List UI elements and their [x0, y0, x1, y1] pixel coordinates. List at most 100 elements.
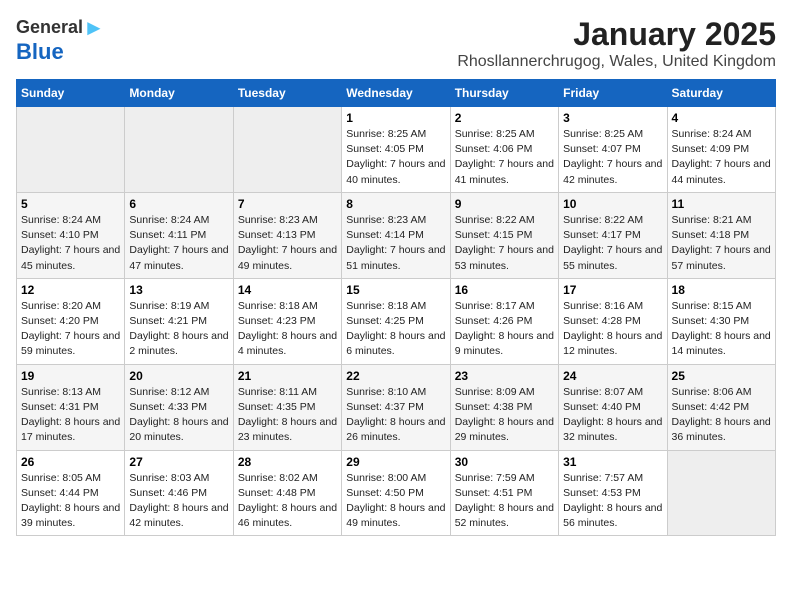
day-info: Sunrise: 7:57 AM Sunset: 4:53 PM Dayligh… [563, 471, 662, 532]
calendar-cell: 25 Sunrise: 8:06 AM Sunset: 4:42 PM Dayli… [667, 364, 775, 450]
calendar-cell: 30Sunrise: 7:59 AM Sunset: 4:51 PM Dayli… [450, 450, 558, 536]
logo-text: General► [16, 16, 105, 40]
day-info: Sunrise: 8:22 AM Sunset: 4:17 PM Dayligh… [563, 213, 662, 274]
day-info: Sunrise: 8:21 AM Sunset: 4:18 PM Dayligh… [672, 213, 771, 274]
calendar-cell: 26Sunrise: 8:05 AM Sunset: 4:44 PM Dayli… [17, 450, 125, 536]
calendar-cell: 3Sunrise: 8:25 AM Sunset: 4:07 PM Daylig… [559, 107, 667, 193]
calendar-week-row: 26Sunrise: 8:05 AM Sunset: 4:44 PM Dayli… [17, 450, 776, 536]
calendar-cell: 22Sunrise: 8:10 AM Sunset: 4:37 PM Dayli… [342, 364, 450, 450]
calendar-cell: 13 Sunrise: 8:19 AM Sunset: 4:21 PM Dayli… [125, 278, 233, 364]
calendar-header-sunday: Sunday [17, 80, 125, 107]
day-number: 16 [455, 283, 554, 297]
calendar-cell [667, 450, 775, 536]
day-number: 13 [129, 283, 228, 297]
day-number: 14 [238, 283, 337, 297]
day-info: Sunrise: 8:24 AM Sunset: 4:11 PM Dayligh… [129, 213, 228, 274]
day-info: Sunrise: 8:12 AM Sunset: 4:33 PM Dayligh… [129, 385, 228, 446]
month-title: January 2025 [457, 16, 776, 53]
day-number: 17 [563, 283, 662, 297]
calendar-cell: 24Sunrise: 8:07 AM Sunset: 4:40 PM Dayli… [559, 364, 667, 450]
day-info: Sunrise: 8:22 AM Sunset: 4:15 PM Dayligh… [455, 213, 554, 274]
calendar-cell: 23Sunrise: 8:09 AM Sunset: 4:38 PM Dayli… [450, 364, 558, 450]
calendar-cell: 6Sunrise: 8:24 AM Sunset: 4:11 PM Daylig… [125, 192, 233, 278]
title-area: January 2025 Rhosllannerchrugog, Wales, … [457, 16, 776, 71]
calendar-cell: 20Sunrise: 8:12 AM Sunset: 4:33 PM Dayli… [125, 364, 233, 450]
day-number: 27 [129, 455, 228, 469]
calendar-table: SundayMondayTuesdayWednesdayThursdayFrid… [16, 79, 776, 536]
calendar-header-row: SundayMondayTuesdayWednesdayThursdayFrid… [17, 80, 776, 107]
day-number: 21 [238, 369, 337, 383]
day-number: 29 [346, 455, 445, 469]
calendar-cell: 8 Sunrise: 8:23 AM Sunset: 4:14 PM Daylig… [342, 192, 450, 278]
logo: General► Blue [16, 16, 105, 64]
day-number: 23 [455, 369, 554, 383]
calendar-week-row: 19Sunrise: 8:13 AM Sunset: 4:31 PM Dayli… [17, 364, 776, 450]
calendar-cell: 19Sunrise: 8:13 AM Sunset: 4:31 PM Dayli… [17, 364, 125, 450]
day-info: Sunrise: 8:25 AM Sunset: 4:05 PM Dayligh… [346, 127, 445, 188]
calendar-cell: 1 Sunrise: 8:25 AM Sunset: 4:05 PM Daylig… [342, 107, 450, 193]
calendar-cell: 7 Sunrise: 8:23 AM Sunset: 4:13 PM Daylig… [233, 192, 341, 278]
calendar-cell: 17 Sunrise: 8:16 AM Sunset: 4:28 PM Dayli… [559, 278, 667, 364]
day-info: Sunrise: 8:24 AM Sunset: 4:10 PM Dayligh… [21, 213, 120, 274]
calendar-cell: 15Sunrise: 8:18 AM Sunset: 4:25 PM Dayli… [342, 278, 450, 364]
calendar-week-row: 5 Sunrise: 8:24 AM Sunset: 4:10 PM Daylig… [17, 192, 776, 278]
calendar-cell: 2 Sunrise: 8:25 AM Sunset: 4:06 PM Daylig… [450, 107, 558, 193]
day-number: 8 [346, 197, 445, 211]
day-info: Sunrise: 8:20 AM Sunset: 4:20 PM Dayligh… [21, 299, 120, 360]
calendar-week-row: 1 Sunrise: 8:25 AM Sunset: 4:05 PM Daylig… [17, 107, 776, 193]
day-info: Sunrise: 8:10 AM Sunset: 4:37 PM Dayligh… [346, 385, 445, 446]
day-info: Sunrise: 8:23 AM Sunset: 4:14 PM Dayligh… [346, 213, 445, 274]
day-info: Sunrise: 8:02 AM Sunset: 4:48 PM Dayligh… [238, 471, 337, 532]
day-info: Sunrise: 8:18 AM Sunset: 4:23 PM Dayligh… [238, 299, 337, 360]
day-info: Sunrise: 8:03 AM Sunset: 4:46 PM Dayligh… [129, 471, 228, 532]
day-info: Sunrise: 8:25 AM Sunset: 4:07 PM Dayligh… [563, 127, 662, 188]
day-info: Sunrise: 8:16 AM Sunset: 4:28 PM Dayligh… [563, 299, 662, 360]
calendar-cell: 16 Sunrise: 8:17 AM Sunset: 4:26 PM Dayli… [450, 278, 558, 364]
calendar-cell [125, 107, 233, 193]
calendar-cell: 29 Sunrise: 8:00 AM Sunset: 4:50 PM Dayli… [342, 450, 450, 536]
day-number: 11 [672, 197, 771, 211]
day-info: Sunrise: 8:25 AM Sunset: 4:06 PM Dayligh… [455, 127, 554, 188]
calendar-header-thursday: Thursday [450, 80, 558, 107]
day-number: 1 [346, 111, 445, 125]
day-info: Sunrise: 8:07 AM Sunset: 4:40 PM Dayligh… [563, 385, 662, 446]
day-number: 7 [238, 197, 337, 211]
calendar-cell: 5 Sunrise: 8:24 AM Sunset: 4:10 PM Daylig… [17, 192, 125, 278]
day-number: 31 [563, 455, 662, 469]
day-number: 12 [21, 283, 120, 297]
calendar-cell: 4Sunrise: 8:24 AM Sunset: 4:09 PM Daylig… [667, 107, 775, 193]
calendar-header-monday: Monday [125, 80, 233, 107]
logo-general: General [16, 17, 83, 37]
day-info: Sunrise: 8:00 AM Sunset: 4:50 PM Dayligh… [346, 471, 445, 532]
day-info: Sunrise: 7:59 AM Sunset: 4:51 PM Dayligh… [455, 471, 554, 532]
day-number: 19 [21, 369, 120, 383]
day-number: 9 [455, 197, 554, 211]
calendar-cell: 12 Sunrise: 8:20 AM Sunset: 4:20 PM Dayli… [17, 278, 125, 364]
calendar-cell: 9 Sunrise: 8:22 AM Sunset: 4:15 PM Daylig… [450, 192, 558, 278]
calendar-cell [17, 107, 125, 193]
calendar-cell: 27 Sunrise: 8:03 AM Sunset: 4:46 PM Dayli… [125, 450, 233, 536]
day-info: Sunrise: 8:17 AM Sunset: 4:26 PM Dayligh… [455, 299, 554, 360]
calendar-cell: 31 Sunrise: 7:57 AM Sunset: 4:53 PM Dayli… [559, 450, 667, 536]
calendar-header-friday: Friday [559, 80, 667, 107]
calendar-cell: 18Sunrise: 8:15 AM Sunset: 4:30 PM Dayli… [667, 278, 775, 364]
day-info: Sunrise: 8:23 AM Sunset: 4:13 PM Dayligh… [238, 213, 337, 274]
day-number: 5 [21, 197, 120, 211]
calendar-cell: 10Sunrise: 8:22 AM Sunset: 4:17 PM Dayli… [559, 192, 667, 278]
calendar-cell: 21 Sunrise: 8:11 AM Sunset: 4:35 PM Dayli… [233, 364, 341, 450]
day-number: 2 [455, 111, 554, 125]
day-number: 4 [672, 111, 771, 125]
day-number: 18 [672, 283, 771, 297]
day-info: Sunrise: 8:11 AM Sunset: 4:35 PM Dayligh… [238, 385, 337, 446]
day-info: Sunrise: 8:05 AM Sunset: 4:44 PM Dayligh… [21, 471, 120, 532]
page-header: General► Blue January 2025 Rhosllannerch… [16, 16, 776, 71]
calendar-header-wednesday: Wednesday [342, 80, 450, 107]
logo-blue-text: Blue [16, 40, 105, 64]
day-info: Sunrise: 8:19 AM Sunset: 4:21 PM Dayligh… [129, 299, 228, 360]
day-info: Sunrise: 8:06 AM Sunset: 4:42 PM Dayligh… [672, 385, 771, 446]
calendar-cell: 14 Sunrise: 8:18 AM Sunset: 4:23 PM Dayli… [233, 278, 341, 364]
day-number: 28 [238, 455, 337, 469]
day-number: 25 [672, 369, 771, 383]
day-number: 15 [346, 283, 445, 297]
calendar-cell [233, 107, 341, 193]
